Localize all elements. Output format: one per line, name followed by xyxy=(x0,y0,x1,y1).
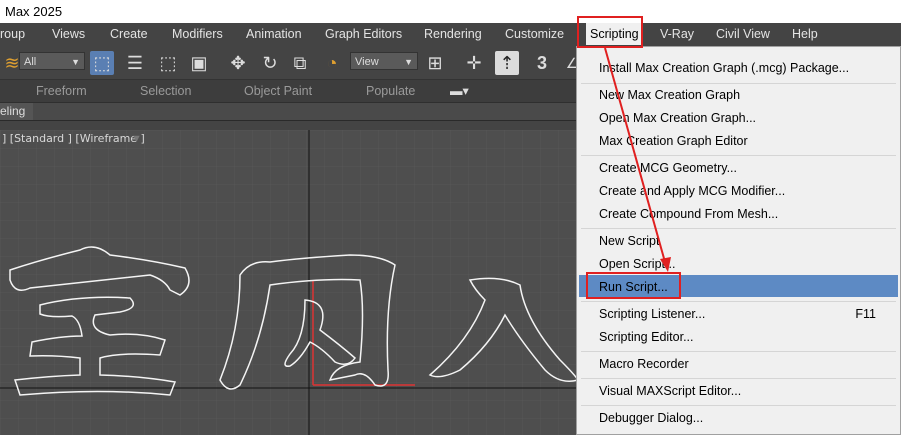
menu-item-debugger-dialog[interactable]: Debugger Dialog... xyxy=(599,411,703,425)
rotate-icon[interactable]: ↻ xyxy=(258,51,282,75)
chevron-down-icon: ▼ xyxy=(71,57,80,67)
tab-selection[interactable]: Selection xyxy=(140,80,191,102)
menu-item-scripting-editor[interactable]: Scripting Editor... xyxy=(599,330,694,344)
menu-group[interactable]: roup xyxy=(0,23,25,45)
snap-3-icon[interactable]: 3 xyxy=(530,51,554,75)
menu-item-scripting-listener[interactable]: Scripting Listener... xyxy=(599,307,705,321)
move-icon[interactable]: ✥ xyxy=(226,51,250,75)
menu-item-mcg-editor[interactable]: Max Creation Graph Editor xyxy=(599,134,748,148)
menu-separator xyxy=(581,301,896,302)
menu-item-macro-recorder[interactable]: Macro Recorder xyxy=(599,357,689,371)
menu-separator xyxy=(581,405,896,406)
menu-create[interactable]: Create xyxy=(110,23,148,45)
menu-item-create-compound[interactable]: Create Compound From Mesh... xyxy=(599,207,778,221)
menu-item-new-script[interactable]: New Script xyxy=(599,234,659,248)
menu-bar: roup Views Create Modifiers Animation Gr… xyxy=(0,23,901,46)
select-object-icon[interactable]: ⬚ xyxy=(90,51,114,75)
title-bar: Max 2025 xyxy=(0,0,901,23)
tab-modeling[interactable]: eling xyxy=(0,103,34,120)
menu-graph-editors[interactable]: Graph Editors xyxy=(325,23,402,45)
window-crossing-icon[interactable]: ▣ xyxy=(187,51,211,75)
select-by-name-icon[interactable]: ☰ xyxy=(123,51,147,75)
menu-item-open-mcg[interactable]: Open Max Creation Graph... xyxy=(599,111,756,125)
menu-customize[interactable]: Customize xyxy=(505,23,564,45)
scripting-dropdown-menu: Install Max Creation Graph (.mcg) Packag… xyxy=(576,46,901,435)
tab-freeform[interactable]: Freeform xyxy=(36,80,87,102)
menu-separator xyxy=(581,378,896,379)
reference-coord-value: View xyxy=(355,56,379,68)
selection-filter-value: All xyxy=(24,56,37,68)
menu-civil-view[interactable]: Civil View xyxy=(716,23,770,45)
pivot-icon[interactable]: ⊞ xyxy=(423,51,447,75)
menu-item-install-mcg[interactable]: Install Max Creation Graph (.mcg) Packag… xyxy=(599,61,849,75)
shortcut-f11: F11 xyxy=(855,307,876,321)
menu-item-open-script[interactable]: Open Script... xyxy=(599,257,675,271)
tab-object-paint[interactable]: Object Paint xyxy=(244,80,312,102)
viewport-label[interactable]: ] [Standard ] [Wireframe ] xyxy=(2,132,145,145)
scale-icon[interactable]: ⧉ xyxy=(288,51,312,75)
menu-separator xyxy=(581,228,896,229)
menu-help[interactable]: Help xyxy=(792,23,818,45)
menu-item-create-apply-mcg-modifier[interactable]: Create and Apply MCG Modifier... xyxy=(599,184,785,198)
menu-item-visual-maxscript-editor[interactable]: Visual MAXScript Editor... xyxy=(599,384,741,398)
menu-animation[interactable]: Animation xyxy=(246,23,302,45)
annotation-box-scripting xyxy=(577,16,643,48)
chevron-down-icon: ▼ xyxy=(404,57,413,67)
menu-vray[interactable]: V-Ray xyxy=(660,23,694,45)
menu-item-create-mcg-geometry[interactable]: Create MCG Geometry... xyxy=(599,161,737,175)
filter-icon[interactable]: ▼ xyxy=(131,133,142,145)
ribbon-options-icon[interactable]: ▬▾ xyxy=(450,80,469,102)
menu-separator xyxy=(581,351,896,352)
align-icon[interactable]: ✛ xyxy=(462,51,486,75)
annotation-box-run-script xyxy=(586,272,681,299)
menu-separator xyxy=(581,155,896,156)
selection-filter-dropdown[interactable]: All ▼ xyxy=(19,52,85,70)
reference-coord-dropdown[interactable]: View ▼ xyxy=(350,52,418,70)
menu-views[interactable]: Views xyxy=(52,23,85,45)
menu-separator xyxy=(581,83,896,84)
menu-item-new-mcg[interactable]: New Max Creation Graph xyxy=(599,88,740,102)
menu-modifiers[interactable]: Modifiers xyxy=(172,23,223,45)
window-title: Max 2025 xyxy=(5,4,63,19)
mirror-icon[interactable]: ⇡ xyxy=(495,51,519,75)
placement-icon[interactable]: ◔ xyxy=(320,51,344,75)
tab-populate[interactable]: Populate xyxy=(366,80,415,102)
menu-rendering[interactable]: Rendering xyxy=(424,23,482,45)
rect-selection-icon[interactable]: ⬚ xyxy=(156,51,180,75)
